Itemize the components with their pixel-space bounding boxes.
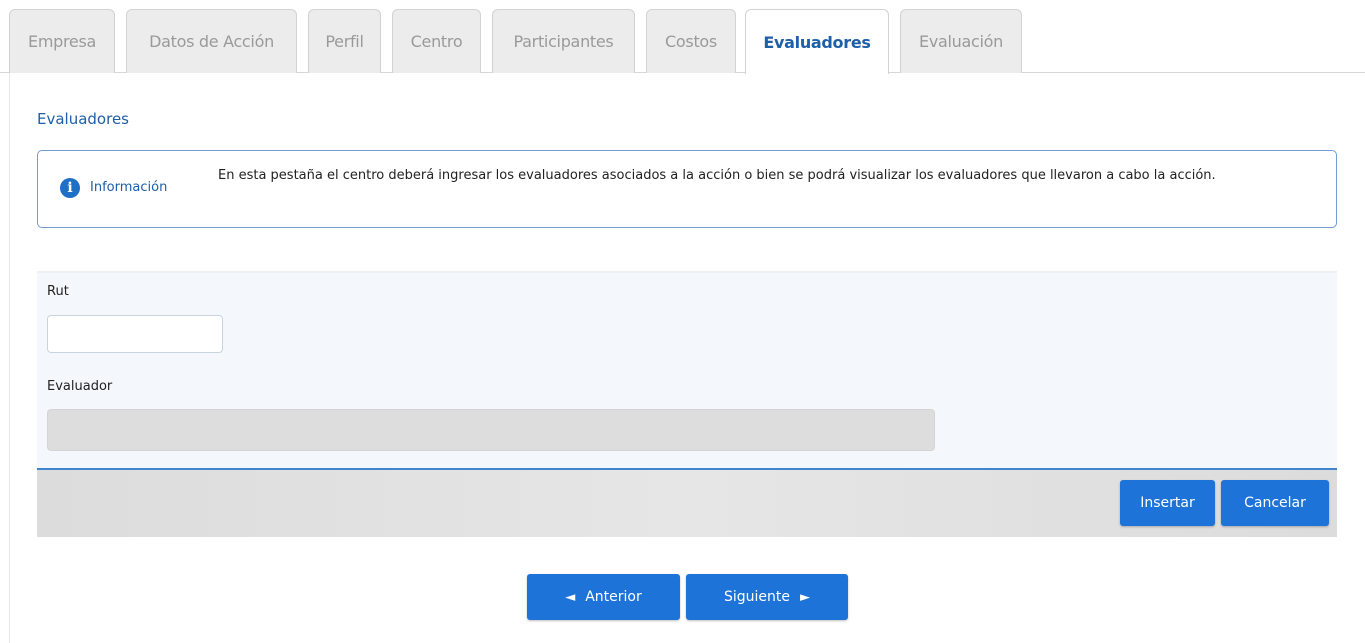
tab-participantes[interactable]: Participantes <box>492 9 635 73</box>
insert-button[interactable]: Insertar <box>1120 480 1215 526</box>
cancel-button[interactable]: Cancelar <box>1221 480 1329 526</box>
form-action-bar: Insertar Cancelar <box>37 470 1337 537</box>
tab-costos[interactable]: Costos <box>646 9 736 73</box>
previous-label: Anterior <box>585 589 642 605</box>
tab-empresa[interactable]: Empresa <box>9 9 115 73</box>
tab-centro[interactable]: Centro <box>392 9 481 73</box>
previous-button[interactable]: ◄ Anterior <box>527 574 680 620</box>
rut-input[interactable] <box>47 315 223 353</box>
info-label: Información <box>90 180 168 195</box>
tab-bar: Empresa Datos de Acción Perfil Centro Pa… <box>0 0 1365 74</box>
left-arrow-icon: ◄ <box>565 589 576 605</box>
section-title: Evaluadores <box>37 110 129 128</box>
tab-evaluacion[interactable]: Evaluación <box>900 9 1022 73</box>
info-alert: i Información En esta pestaña el centro … <box>37 150 1337 228</box>
content-left-border <box>9 73 10 643</box>
info-text: En esta pestaña el centro deberá ingresa… <box>218 168 1216 183</box>
rut-label: Rut <box>47 284 69 299</box>
tab-datos-de-accion[interactable]: Datos de Acción <box>126 9 297 73</box>
evaluator-form: Rut Evaluador <box>37 271 1337 470</box>
evaluador-label: Evaluador <box>47 379 113 394</box>
tab-evaluadores[interactable]: Evaluadores <box>745 9 889 74</box>
next-label: Siguiente <box>723 589 790 605</box>
evaluador-input <box>47 409 935 451</box>
info-icon: i <box>60 178 80 198</box>
next-button[interactable]: Siguiente ► <box>686 574 848 620</box>
right-arrow-icon: ► <box>800 589 810 605</box>
tab-perfil[interactable]: Perfil <box>308 9 381 73</box>
